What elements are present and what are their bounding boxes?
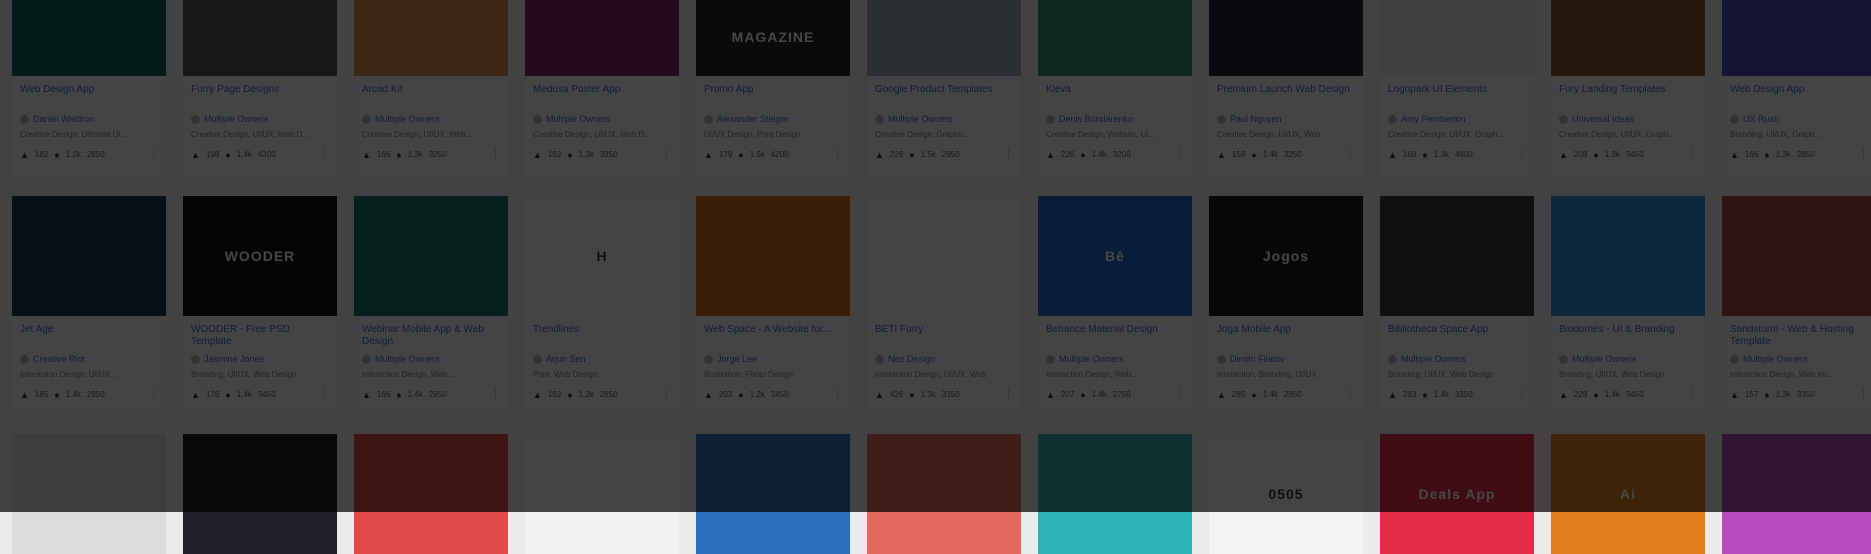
modal-backdrop-overlay[interactable] bbox=[0, 0, 1871, 512]
